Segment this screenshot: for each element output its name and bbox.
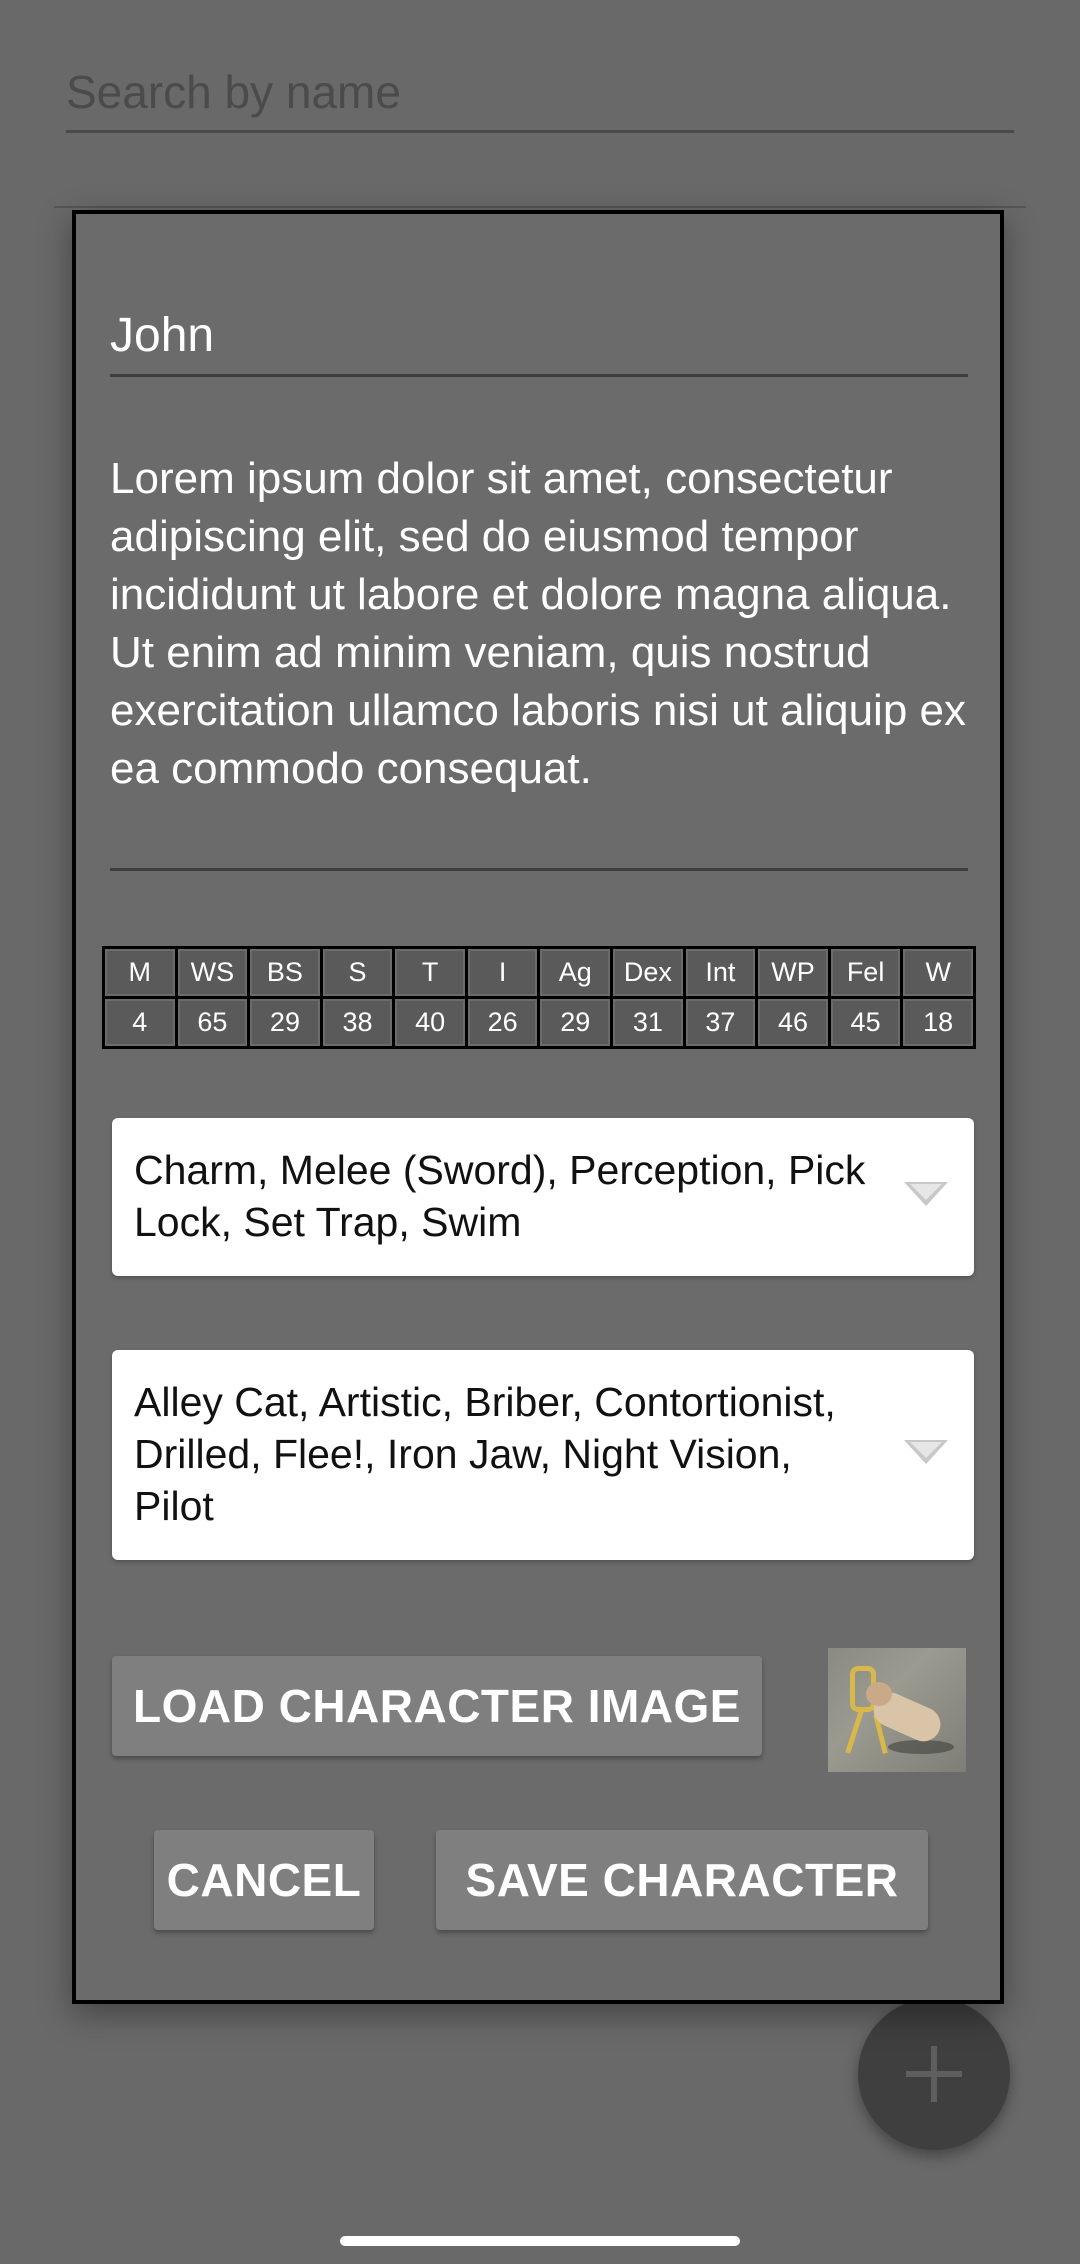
stat-header: T [392,946,468,999]
talents-dropdown[interactable]: Alley Cat, Artistic, Briber, Contortioni… [112,1350,974,1560]
description-field[interactable]: Lorem ipsum dolor sit amet, consectetur … [110,450,968,871]
gesture-nav-handle[interactable] [340,2236,740,2246]
stat-header: S [319,946,396,999]
stat-header: Fel [827,946,904,999]
load-character-image-button[interactable]: LOAD CHARACTER IMAGE [112,1656,762,1756]
skills-selected-text: Charm, Melee (Sword), Perception, Pick L… [134,1147,866,1245]
thumbnail-shadow [888,1740,954,1754]
stat-header: WP [755,946,831,999]
thumbnail-cat-head [866,1682,892,1706]
stats-table: M WS BS S T I Ag Dex Int WP Fel W 4 65 2… [102,946,976,1049]
stat-value[interactable]: 26 [464,996,541,1049]
stat-value[interactable]: 31 [610,996,686,1049]
character-list-screen: John Lorem ipsum dolor sit amet, consect… [0,0,1080,2264]
stats-value-row: 4 65 29 38 40 26 29 31 37 46 45 18 [102,996,976,1049]
cancel-button[interactable]: CANCEL [154,1830,374,1930]
character-image-thumbnail [828,1648,966,1772]
name-field[interactable]: John [110,294,968,377]
stat-header: Int [682,946,759,999]
thumbnail-chair-leg [845,1710,864,1754]
chevron-down-icon [904,1182,948,1206]
list-divider [54,206,1026,208]
stats-header-row: M WS BS S T I Ag Dex Int WP Fel W [102,946,976,999]
stat-value[interactable]: 45 [827,996,904,1049]
stat-value[interactable]: 38 [319,996,396,1049]
stat-value[interactable]: 29 [537,996,614,1049]
description-value: Lorem ipsum dolor sit amet, consectetur … [110,454,966,793]
talents-selected-text: Alley Cat, Artistic, Briber, Contortioni… [134,1379,836,1529]
stat-header: BS [247,946,323,999]
search-field[interactable] [66,58,1014,133]
add-character-button[interactable] [858,1998,1010,2150]
stat-header: W [900,946,976,999]
stat-header: M [102,946,178,999]
chevron-down-icon [904,1440,948,1464]
stat-value[interactable]: 65 [174,996,251,1049]
stat-header: I [464,946,541,999]
search-input[interactable] [66,58,1014,126]
stat-value[interactable]: 29 [247,996,323,1049]
stat-value[interactable]: 46 [755,996,831,1049]
stat-header: Ag [537,946,614,999]
skills-dropdown[interactable]: Charm, Melee (Sword), Perception, Pick L… [112,1118,974,1276]
character-edit-dialog: John Lorem ipsum dolor sit amet, consect… [72,210,1004,2004]
stat-header: Dex [610,946,686,999]
name-value: John [110,309,215,362]
stat-value[interactable]: 37 [682,996,759,1049]
stat-value[interactable]: 18 [900,996,976,1049]
stat-value[interactable]: 4 [102,996,178,1049]
plus-icon-stroke [931,2046,937,2102]
save-character-button[interactable]: SAVE CHARACTER [436,1830,928,1930]
stat-header: WS [174,946,251,999]
stat-value[interactable]: 40 [392,996,468,1049]
